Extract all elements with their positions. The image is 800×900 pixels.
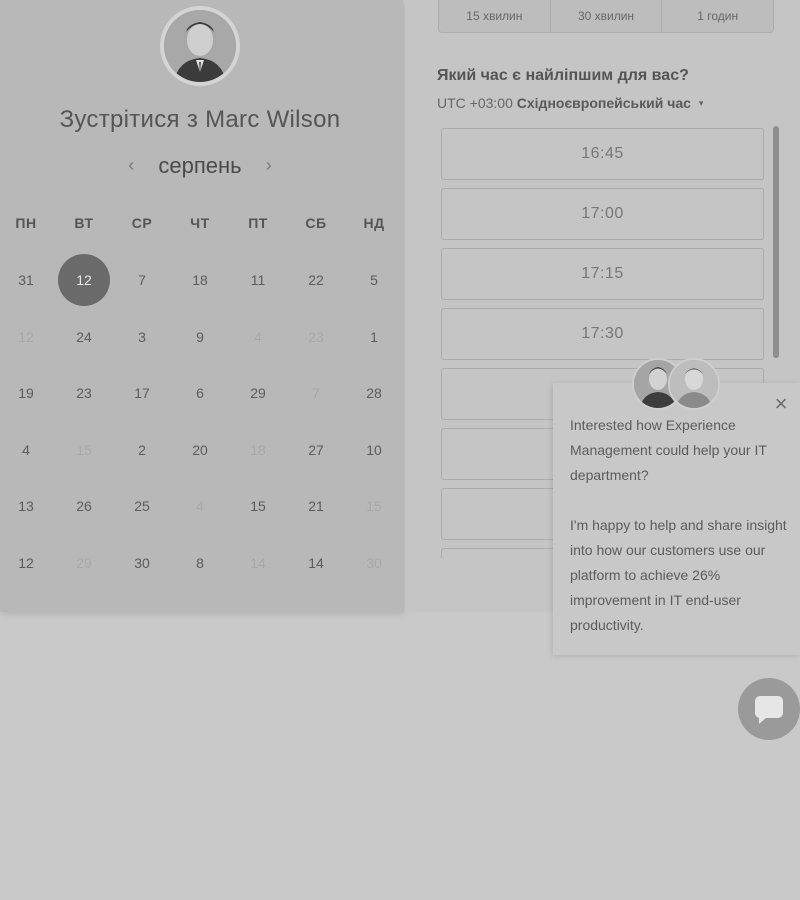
timezone-selector[interactable]: UTC +03:00 Східноєвропейський час ▾ <box>437 95 703 111</box>
calendar-day[interactable]: 29 <box>233 368 283 418</box>
calendar-day: 14 <box>250 554 266 571</box>
time-slot-button[interactable]: 17:00 <box>441 188 764 240</box>
chevron-down-icon: ▾ <box>698 98 704 108</box>
weekday-label: ВТ <box>74 215 94 231</box>
time-slot-button[interactable]: 16:45 <box>441 128 764 180</box>
calendar-day[interactable]: 28 <box>349 368 399 418</box>
weekday-label: ПТ <box>248 215 268 231</box>
month-navigation: ‹ серпень › <box>0 153 400 179</box>
selected-day[interactable]: 12 <box>58 254 110 306</box>
chat-agents <box>632 358 722 410</box>
chat-launcher-button[interactable] <box>738 678 800 740</box>
tab-1-hour[interactable]: 1 годин <box>662 0 773 32</box>
chat-message: Interested how Experience Management cou… <box>570 413 790 663</box>
tab-15-min[interactable]: 15 хвилин <box>439 0 551 32</box>
calendar-day: 15 <box>366 498 382 514</box>
calendar-panel: Зустрітися з Marc Wilson ‹ серпень › ПН … <box>0 0 403 612</box>
calendar-day[interactable]: 15 <box>233 481 283 531</box>
calendar-day[interactable]: 6 <box>175 368 225 418</box>
calendar-day[interactable]: 5 <box>349 255 399 305</box>
calendar-day[interactable]: 7 <box>117 255 167 305</box>
next-month-button[interactable]: › <box>266 155 272 176</box>
day-grid: 31 12 7 18 11 22 5 12 24 3 9 4 23 1 19 23 17 6 29 7 28 4 15 2 20… <box>0 254 403 588</box>
calendar-day[interactable]: 24 <box>59 312 109 362</box>
calendar-day: 23 <box>308 328 324 345</box>
agent-avatar <box>668 358 720 410</box>
calendar-day: 15 <box>76 441 92 458</box>
scrollbar[interactable] <box>773 126 779 358</box>
calendar-day[interactable]: 8 <box>175 538 225 588</box>
calendar-day[interactable]: 26 <box>59 481 109 531</box>
timezone-name: Східноєвропейський час <box>516 95 691 111</box>
calendar-day[interactable]: 2 <box>117 425 167 475</box>
weekday-label: ПН <box>15 215 37 231</box>
timezone-offset: UTC +03:00 <box>437 95 513 111</box>
calendar-day[interactable]: 10 <box>349 425 399 475</box>
calendar-day: 7 <box>312 385 320 401</box>
calendar-day: 4 <box>196 498 204 514</box>
page-title: Зустрітися з Marc Wilson <box>59 106 341 133</box>
calendar-day[interactable]: 23 <box>59 368 109 418</box>
weekday-label: ЧТ <box>190 215 210 231</box>
calendar-day: 30 <box>366 554 382 571</box>
weekday-label: СР <box>131 215 153 231</box>
chat-popup: × Interested how Experience Management c… <box>553 383 800 655</box>
weekday-header: ПН ВТ СР ЧТ ПТ СБ НД <box>0 215 403 235</box>
tab-30-min[interactable]: 30 хвилин <box>551 0 663 32</box>
weekday-label: СБ <box>305 215 327 231</box>
weekday-label: НД <box>363 215 385 231</box>
close-icon[interactable]: × <box>770 393 792 415</box>
calendar-day: 4 <box>254 328 262 345</box>
calendar-day[interactable]: 13 <box>1 481 51 531</box>
calendar-day[interactable]: 19 <box>1 368 51 418</box>
calendar-day[interactable]: 1 <box>349 312 399 362</box>
chat-bubble-icon <box>755 696 783 724</box>
calendar-day[interactable]: 18 <box>175 255 225 305</box>
host-photo <box>164 10 236 82</box>
time-slot-button[interactable]: 17:30 <box>441 308 764 360</box>
time-slot-button[interactable]: 17:15 <box>441 248 764 300</box>
calendar-day[interactable]: 12 <box>1 538 51 588</box>
calendar-day[interactable]: 4 <box>1 425 51 475</box>
calendar-day[interactable]: 31 <box>1 255 51 305</box>
chat-message-line: Interested how Experience Management cou… <box>570 417 767 483</box>
calendar-day: 18 <box>250 441 266 458</box>
calendar-day: 12 <box>18 328 34 345</box>
month-label: серпень <box>158 153 242 178</box>
calendar-day[interactable]: 27 <box>291 425 341 475</box>
calendar-day[interactable]: 21 <box>291 481 341 531</box>
duration-tabs: 15 хвилин 30 хвилин 1 годин <box>438 0 774 33</box>
calendar-day[interactable]: 25 <box>117 481 167 531</box>
prev-month-button[interactable]: ‹ <box>128 155 134 176</box>
calendar-day[interactable]: 20 <box>175 425 225 475</box>
calendar-day[interactable]: 9 <box>175 312 225 362</box>
calendar-day[interactable]: 17 <box>117 368 167 418</box>
calendar-day: 29 <box>76 554 92 571</box>
host-avatar <box>160 6 240 86</box>
calendar-day[interactable]: 14 <box>291 538 341 588</box>
calendar-day[interactable]: 22 <box>291 255 341 305</box>
calendar-day[interactable]: 30 <box>117 538 167 588</box>
chat-message-line: I'm happy to help and share insight into… <box>570 517 787 633</box>
calendar-day[interactable]: 3 <box>117 312 167 362</box>
time-question: Який час є найліпшим для вас? <box>437 67 689 84</box>
calendar-day[interactable]: 11 <box>233 255 283 305</box>
